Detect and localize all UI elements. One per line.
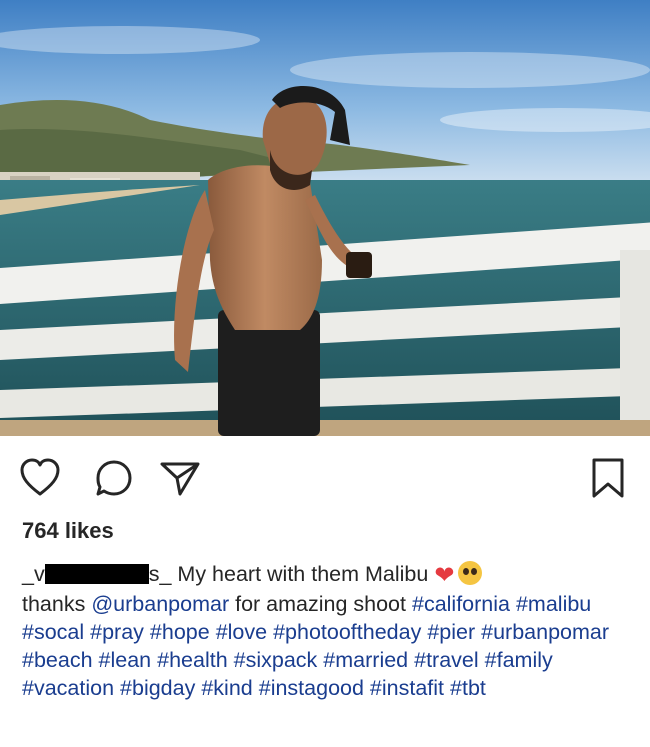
comment-bubble-icon: [96, 460, 132, 496]
hashtag-link[interactable]: #bigday: [120, 676, 195, 700]
username-link[interactable]: _v s_: [22, 562, 171, 586]
mention-link[interactable]: @urbanpomar: [91, 592, 229, 616]
hashtag-link[interactable]: #beach: [22, 648, 93, 672]
caption-thanks: thanks: [22, 592, 86, 616]
post-photo[interactable]: [0, 0, 650, 436]
heart-outline-icon: [20, 458, 60, 496]
like-button[interactable]: [18, 456, 62, 500]
hashtag-link[interactable]: #socal: [22, 620, 84, 644]
pleading-face-emoji: [458, 561, 483, 585]
caption-middle: for amazing shoot: [235, 592, 406, 616]
hashtag-link[interactable]: #urbanpomar: [481, 620, 609, 644]
hashtag-link[interactable]: #travel: [414, 648, 479, 672]
hashtag-link[interactable]: #family: [485, 648, 553, 672]
save-button[interactable]: [586, 456, 630, 500]
paper-plane-icon: [160, 462, 200, 496]
post-caption: _v s_ My heart with them Malibu ❤ thanks …: [22, 560, 632, 702]
hashtag-link[interactable]: #sixpack: [234, 648, 318, 672]
username-suffix: s_: [148, 562, 172, 586]
hashtag-link[interactable]: #california: [412, 592, 510, 616]
likes-count[interactable]: 764 likes: [22, 518, 114, 544]
bookmark-icon: [592, 458, 624, 498]
redaction-bar: [44, 564, 149, 584]
caption-text: My heart with them Malibu: [177, 562, 429, 586]
hashtag-link[interactable]: #instafit: [370, 676, 444, 700]
username-prefix: _v: [22, 562, 45, 586]
hashtag-link[interactable]: #love: [216, 620, 267, 644]
hashtag-link[interactable]: #vacation: [22, 676, 114, 700]
share-button[interactable]: [158, 456, 202, 500]
hashtag-link[interactable]: #photooftheday: [273, 620, 421, 644]
hashtag-link[interactable]: #health: [157, 648, 228, 672]
hashtag-link[interactable]: #pray: [90, 620, 144, 644]
hashtag-link[interactable]: #married: [323, 648, 408, 672]
hashtag-link[interactable]: #hope: [150, 620, 210, 644]
hashtag-link[interactable]: #lean: [99, 648, 152, 672]
hashtag-link[interactable]: #tbt: [450, 676, 486, 700]
hashtag-link[interactable]: #pier: [427, 620, 475, 644]
comment-button[interactable]: [92, 456, 136, 500]
hashtag-link[interactable]: #malibu: [516, 592, 591, 616]
post-action-bar: [0, 436, 650, 516]
red-heart-emoji: ❤: [434, 562, 455, 589]
instagram-post: 764 likes _v s_ My heart with them Malibu…: [0, 0, 650, 747]
beach-pier-photo: [0, 0, 650, 436]
hashtag-link[interactable]: #kind: [201, 676, 252, 700]
hashtag-link[interactable]: #instagood: [259, 676, 364, 700]
